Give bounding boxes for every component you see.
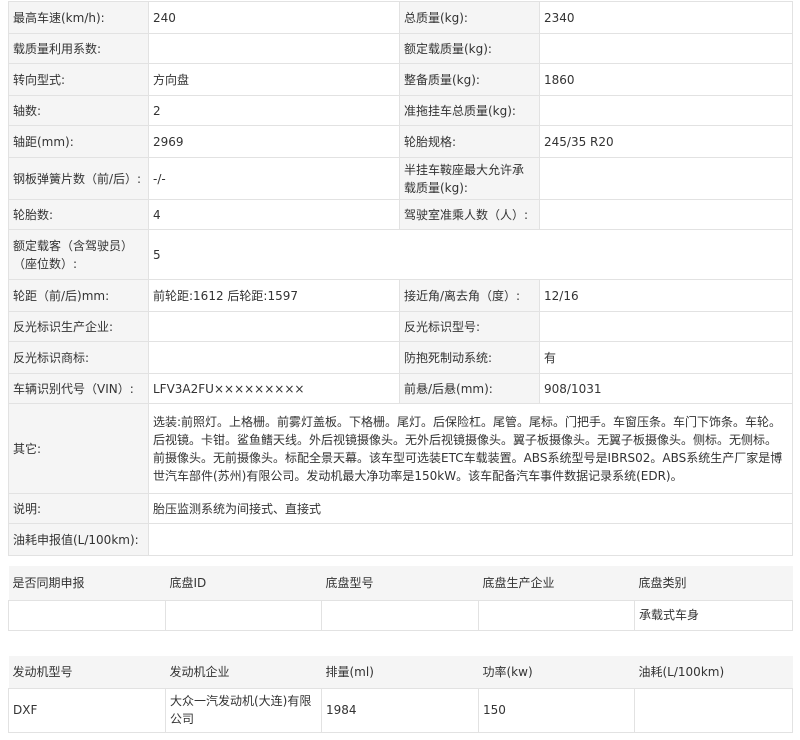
spec-label: 轴距(mm): xyxy=(8,125,149,158)
engine-header-displacement: 排量(ml) xyxy=(321,656,479,689)
engine-fuel-value xyxy=(634,687,793,733)
spec-row: 反光标识生产企业: 反光标识型号: xyxy=(8,311,793,342)
spec-value xyxy=(148,33,400,64)
spec-label: 反光标识型号: xyxy=(399,311,540,342)
fuel-value xyxy=(148,523,793,556)
other-value: 选装:前照灯。上格栅。前雾灯盖板。下格栅。尾灯。后保险杠。尾管。尾标。门把手。车… xyxy=(148,403,793,494)
spec-value xyxy=(539,33,793,64)
spec-label: 前悬/后悬(mm): xyxy=(399,373,540,404)
spec-value: 前轮距:1612 后轮距:1597 xyxy=(148,279,400,312)
spec-label: 半挂车鞍座最大允许承载质量(kg): xyxy=(399,157,540,200)
spec-value: 12/16 xyxy=(539,279,793,312)
spec-value: 方向盘 xyxy=(148,63,400,96)
spec-value: 有 xyxy=(539,341,793,374)
engine-header-fuel: 油耗(L/100km) xyxy=(634,656,793,689)
spec-value: LFV3A2FU××××××××× xyxy=(148,373,400,404)
spec-label: 转向型式: xyxy=(8,63,149,96)
spec-label: 轴数: xyxy=(8,95,149,126)
spec-row: 最高车速(km/h): 240 总质量(kg): 2340 xyxy=(8,1,793,34)
spec-value: 908/1031 xyxy=(539,373,793,404)
spec-value xyxy=(539,95,793,126)
chassis-table: 是否同期申报 底盘ID 底盘型号 底盘生产企业 底盘类别 承载式车身 xyxy=(8,566,793,631)
spec-label: 总质量(kg): xyxy=(399,1,540,34)
engine-table: 发动机型号 发动机企业 排量(ml) 功率(kw) 油耗(L/100km) DX… xyxy=(8,656,793,733)
spec-label: 反光标识生产企业: xyxy=(8,311,149,342)
engine-header-power: 功率(kw) xyxy=(478,656,635,689)
spec-label: 反光标识商标: xyxy=(8,341,149,374)
spec-row: 其它: 选装:前照灯。上格栅。前雾灯盖板。下格栅。尾灯。后保险杠。尾管。尾标。门把… xyxy=(8,403,793,494)
spec-row: 钢板弹簧片数（前/后）: -/- 半挂车鞍座最大允许承载质量(kg): xyxy=(8,157,793,200)
other-label: 其它: xyxy=(8,403,149,494)
spec-label: 轮胎数: xyxy=(8,199,149,230)
chassis-model-value xyxy=(321,599,479,631)
engine-model-value: DXF xyxy=(8,687,166,733)
chassis-type-value: 承载式车身 xyxy=(634,599,793,631)
spec-row: 反光标识商标: 防抱死制动系统: 有 xyxy=(8,341,793,374)
engine-header-model: 发动机型号 xyxy=(8,656,166,689)
spec-label: 钢板弹簧片数（前/后）: xyxy=(8,157,149,200)
spec-label: 额定载客（含驾驶员）（座位数）: xyxy=(8,229,149,280)
spec-label: 额定载质量(kg): xyxy=(399,33,540,64)
spec-value: 4 xyxy=(148,199,400,230)
chassis-header-type: 底盘类别 xyxy=(634,566,793,601)
spec-label: 接近角/离去角（度）: xyxy=(399,279,540,312)
note-label: 说明: xyxy=(8,493,149,524)
spec-row: 车辆识别代号（VIN）: LFV3A2FU××××××××× 前悬/后悬(mm): 9… xyxy=(8,373,793,404)
spec-label: 整备质量(kg): xyxy=(399,63,540,96)
engine-power-value: 150 xyxy=(478,687,635,733)
chassis-header-model: 底盘型号 xyxy=(321,566,479,601)
spec-row: 载质量利用系数: 额定载质量(kg): xyxy=(8,33,793,64)
spec-row: 说明: 胎压监测系统为间接式、直接式 xyxy=(8,493,793,524)
chassis-header-sync: 是否同期申报 xyxy=(8,566,166,601)
spec-value xyxy=(148,311,400,342)
engine-maker-value: 大众一汽发动机(大连)有限公司 xyxy=(165,687,322,733)
spec-value xyxy=(539,199,793,230)
spec-value xyxy=(539,311,793,342)
spec-value xyxy=(148,341,400,374)
note-value: 胎压监测系统为间接式、直接式 xyxy=(148,493,793,524)
spec-row: 轮胎数: 4 驾驶室准乘人数（人）: xyxy=(8,199,793,230)
spec-label: 驾驶室准乘人数（人）: xyxy=(399,199,540,230)
spec-row: 轴距(mm): 2969 轮胎规格: 245/35 R20 xyxy=(8,125,793,158)
spec-value: 5 xyxy=(148,229,793,280)
spec-label: 轮胎规格: xyxy=(399,125,540,158)
spec-row: 轴数: 2 准拖挂车总质量(kg): xyxy=(8,95,793,126)
spec-value: 240 xyxy=(148,1,400,34)
spec-label: 准拖挂车总质量(kg): xyxy=(399,95,540,126)
spec-row: 轮距（前/后)mm: 前轮距:1612 后轮距:1597 接近角/离去角（度）: 12… xyxy=(8,279,793,312)
spec-value: -/- xyxy=(148,157,400,200)
spec-label: 防抱死制动系统: xyxy=(399,341,540,374)
spec-label: 轮距（前/后)mm: xyxy=(8,279,149,312)
spec-value: 245/35 R20 xyxy=(539,125,793,158)
spec-value: 2 xyxy=(148,95,400,126)
chassis-sync-value xyxy=(8,599,166,631)
spec-label: 载质量利用系数: xyxy=(8,33,149,64)
spec-row: 转向型式: 方向盘 整备质量(kg): 1860 xyxy=(8,63,793,96)
engine-displacement-value: 1984 xyxy=(321,687,479,733)
engine-header-maker: 发动机企业 xyxy=(165,656,322,689)
chassis-maker-value xyxy=(478,599,635,631)
spec-value: 2969 xyxy=(148,125,400,158)
spec-row: 油耗申报值(L/100km): xyxy=(8,523,793,556)
chassis-id-value xyxy=(165,599,322,631)
spec-label: 最高车速(km/h): xyxy=(8,1,149,34)
spec-value: 1860 xyxy=(539,63,793,96)
fuel-label: 油耗申报值(L/100km): xyxy=(8,523,149,556)
spec-value xyxy=(539,157,793,200)
spec-row: 额定载客（含驾驶员）（座位数）: 5 xyxy=(8,229,793,280)
vehicle-spec-table: 最高车速(km/h): 240 总质量(kg): 2340 载质量利用系数: 额定载质量(… xyxy=(8,1,793,556)
chassis-header-id: 底盘ID xyxy=(165,566,322,601)
chassis-header-maker: 底盘生产企业 xyxy=(478,566,635,601)
spec-label: 车辆识别代号（VIN）: xyxy=(8,373,149,404)
spec-value: 2340 xyxy=(539,1,793,34)
